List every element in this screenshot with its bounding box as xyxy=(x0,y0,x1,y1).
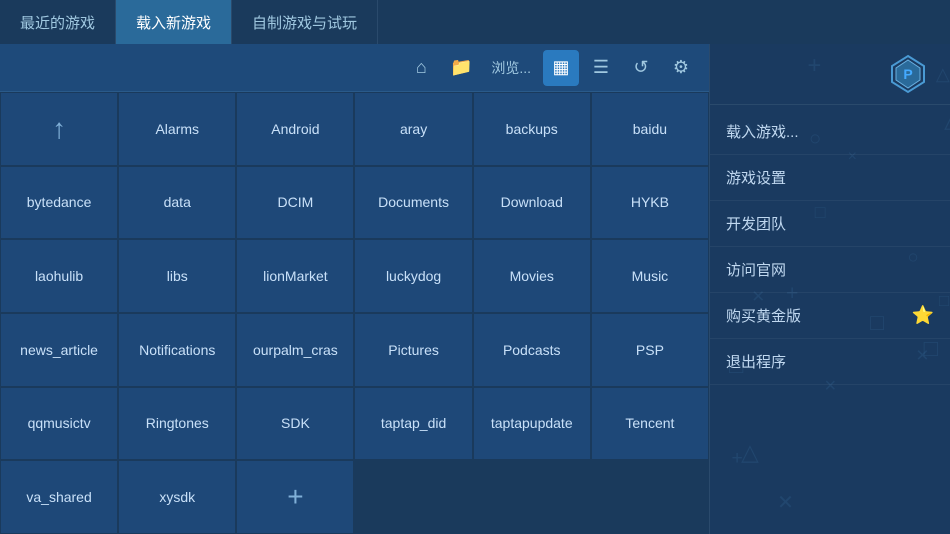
file-item-va-shared[interactable]: va_shared xyxy=(0,460,118,534)
file-item-baidu[interactable]: baidu xyxy=(591,92,709,166)
sidebar-item-label: 开发团队 xyxy=(726,213,786,234)
file-item-data[interactable]: data xyxy=(118,166,236,240)
file-item-sdk[interactable]: SDK xyxy=(236,387,354,461)
file-item-music[interactable]: Music xyxy=(591,239,709,313)
file-item-alarms[interactable]: Alarms xyxy=(118,92,236,166)
file-item-laohulib[interactable]: laohulib xyxy=(0,239,118,313)
sidebar-item-label: 退出程序 xyxy=(726,351,786,372)
sidebar-item-dev-team[interactable]: 开发团队 xyxy=(710,201,950,247)
file-item-tencent[interactable]: Tencent xyxy=(591,387,709,461)
file-item-movies[interactable]: Movies xyxy=(473,239,591,313)
file-grid: ↑AlarmsAndroidaraybackupsbaidu bytedanced… xyxy=(0,92,709,534)
file-item-bytedance[interactable]: bytedance xyxy=(0,166,118,240)
sidebar-item-load-game[interactable]: 载入游戏... xyxy=(710,109,950,155)
file-item-xysdk[interactable]: xysdk xyxy=(118,460,236,534)
nav-tab-homebrew[interactable]: 自制游戏与试玩 xyxy=(232,0,378,44)
file-item-download[interactable]: Download xyxy=(473,166,591,240)
file-item-libs[interactable]: libs xyxy=(118,239,236,313)
file-item-hykb[interactable]: HYKB xyxy=(591,166,709,240)
add-button[interactable]: + xyxy=(236,460,354,534)
ppsspp-header: P xyxy=(710,44,950,105)
sidebar-menu: 载入游戏... 游戏设置开发团队访问官网购买黄金版 ⭐ 退出程序 xyxy=(710,105,950,534)
settings-button[interactable]: ⚙ xyxy=(663,50,699,86)
nav-tab-recent[interactable]: 最近的游戏 xyxy=(0,0,116,44)
main-area: ⌂ 📁 浏览... ▦ ☰ ↺ ⚙ ↑AlarmsAndroidarayback… xyxy=(0,44,950,534)
file-item-aray[interactable]: aray xyxy=(354,92,472,166)
file-item-pictures[interactable]: Pictures xyxy=(354,313,472,387)
refresh-button[interactable]: ↺ xyxy=(623,50,659,86)
file-item-taptap-did[interactable]: taptap_did xyxy=(354,387,472,461)
sidebar-item-game-settings[interactable]: 游戏设置 xyxy=(710,155,950,201)
right-sidebar: P 载入游戏...游戏设置开发团队访问官网购买黄金版⭐退出程序 +△○○✕×+□… xyxy=(710,44,950,534)
file-item-documents[interactable]: Documents xyxy=(354,166,472,240)
file-item-podcasts[interactable]: Podcasts xyxy=(473,313,591,387)
file-item-taptapupdate[interactable]: taptapupdate xyxy=(473,387,591,461)
file-item-luckydog[interactable]: luckydog xyxy=(354,239,472,313)
file-item-ringtones[interactable]: Ringtones xyxy=(118,387,236,461)
svg-text:P: P xyxy=(903,66,912,82)
sidebar-item-label: 载入游戏... xyxy=(726,121,799,142)
up-directory-button[interactable]: ↑ xyxy=(0,92,118,166)
sidebar-item-label: 访问官网 xyxy=(726,259,786,280)
sidebar-item-official-site[interactable]: 访问官网 xyxy=(710,247,950,293)
ppsspp-logo-icon: P xyxy=(886,52,930,96)
path-bar: ⌂ 📁 浏览... ▦ ☰ ↺ ⚙ xyxy=(0,44,709,92)
file-item-psp[interactable]: PSP xyxy=(591,313,709,387)
grid-view-button[interactable]: ▦ xyxy=(543,50,579,86)
sidebar-item-exit[interactable]: 退出程序 xyxy=(710,339,950,385)
home-icon[interactable]: ⌂ xyxy=(403,50,439,86)
file-item-ourpalm-cras[interactable]: ourpalm_cras xyxy=(236,313,354,387)
sidebar-item-label: 游戏设置 xyxy=(726,167,786,188)
file-item-notifications[interactable]: Notifications xyxy=(118,313,236,387)
list-view-button[interactable]: ☰ xyxy=(583,50,619,86)
file-item-qqmusictv[interactable]: qqmusictv xyxy=(0,387,118,461)
top-nav: 最近的游戏载入新游戏自制游戏与试玩 xyxy=(0,0,950,44)
file-item-backups[interactable]: backups xyxy=(473,92,591,166)
nav-tab-load[interactable]: 载入新游戏 xyxy=(116,0,232,44)
sidebar-item-buy-gold[interactable]: 购买黄金版 ⭐ xyxy=(710,293,950,339)
toolbar-icons: ⌂ 📁 浏览... ▦ ☰ ↺ ⚙ xyxy=(403,50,699,86)
browse-button[interactable]: 浏览... xyxy=(483,50,539,86)
folder-icon[interactable]: 📁 xyxy=(443,50,479,86)
file-panel: ⌂ 📁 浏览... ▦ ☰ ↺ ⚙ ↑AlarmsAndroidarayback… xyxy=(0,44,710,534)
file-item-dcim[interactable]: DCIM xyxy=(236,166,354,240)
file-item-news-article[interactable]: news_article xyxy=(0,313,118,387)
file-item-lionmarket[interactable]: lionMarket xyxy=(236,239,354,313)
sidebar-item-badge: ⭐ xyxy=(912,305,934,326)
file-item-android[interactable]: Android xyxy=(236,92,354,166)
sidebar-item-label: 购买黄金版 xyxy=(726,305,801,326)
